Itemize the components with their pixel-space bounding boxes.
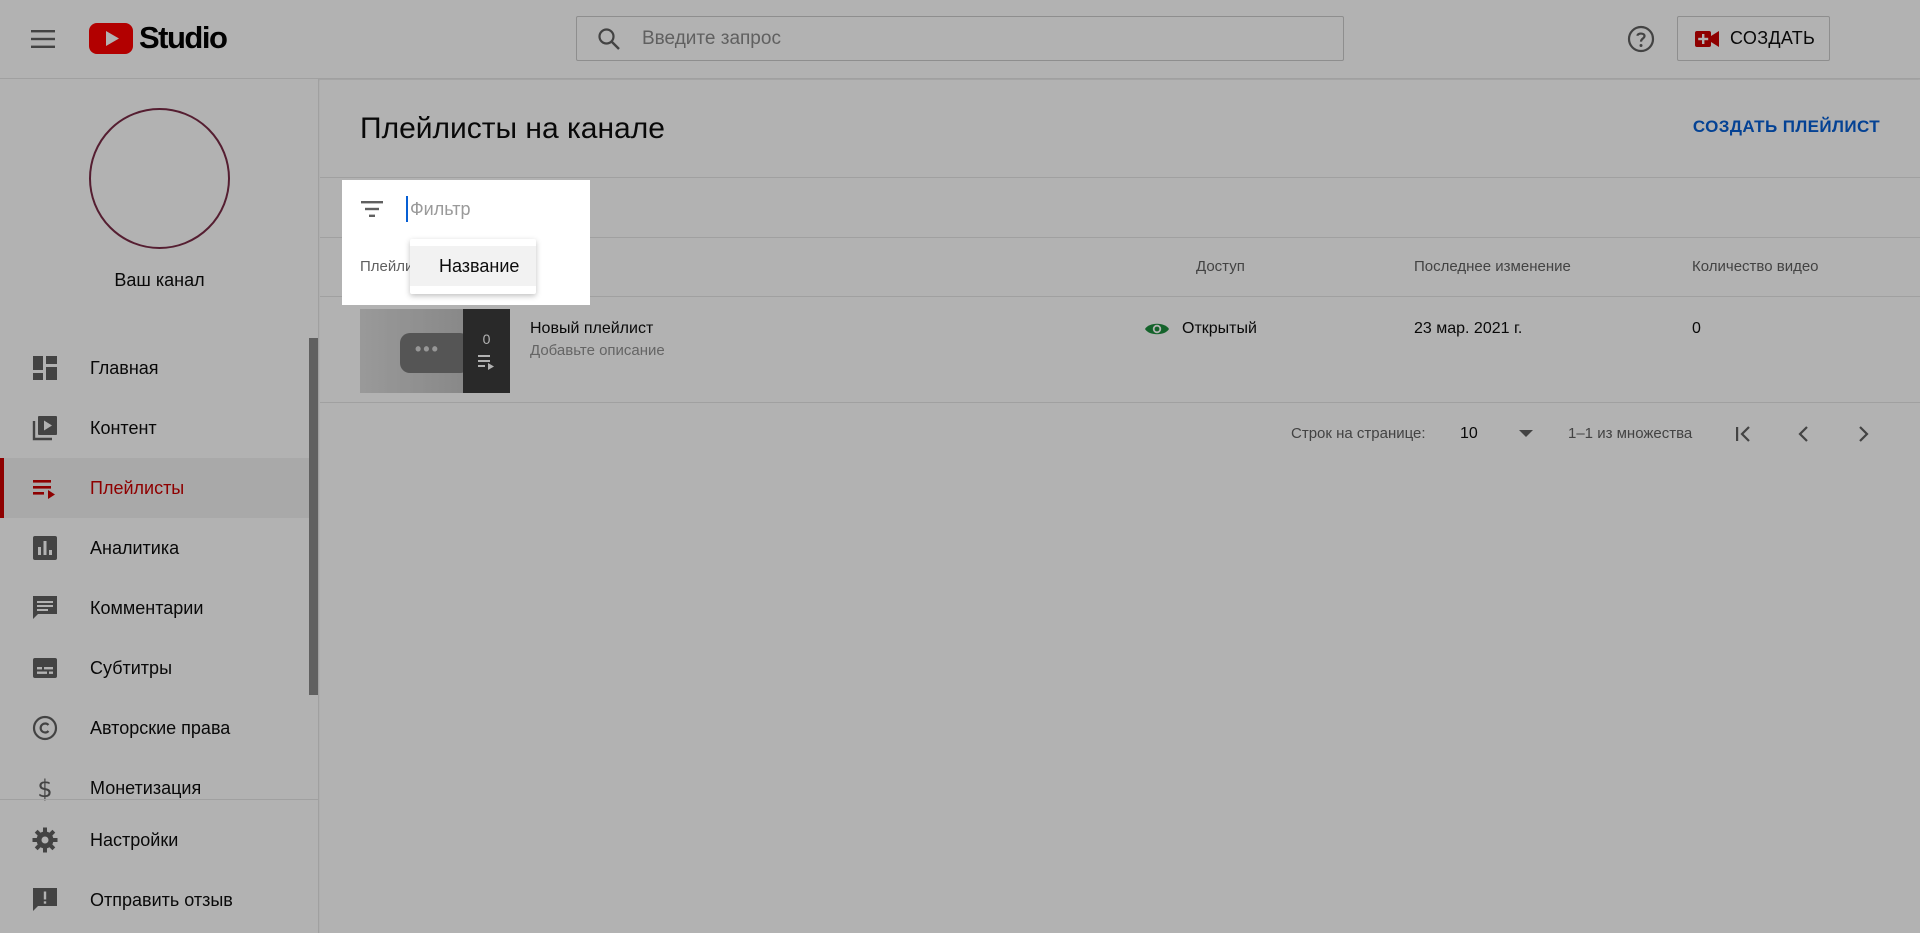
playlist-icon [478, 355, 494, 370]
sidebar-item-dashboard[interactable]: Главная [0, 338, 312, 398]
youtube-logo-icon [89, 22, 133, 54]
search-input[interactable] [642, 27, 1322, 50]
youtube-studio-logo[interactable]: Studio [89, 20, 228, 56]
sidebar-item-label: Аналитика [90, 537, 180, 558]
playlist-description: Добавьте описание [530, 342, 665, 359]
sidebar: Ваш канал Главная Контент Плейлисты Анал… [0, 79, 319, 933]
filter-option-title[interactable]: Название [410, 246, 536, 286]
settings-icon [31, 826, 59, 854]
create-button[interactable]: СОЗДАТЬ [1677, 16, 1830, 61]
logo-text: Studio [139, 20, 228, 55]
chevron-right-icon [1859, 426, 1869, 442]
rows-per-page-select[interactable]: 10 [1450, 418, 1540, 450]
create-video-icon [1695, 30, 1719, 47]
hamburger-icon [31, 30, 55, 48]
dashboard-icon [31, 354, 59, 382]
comments-icon [31, 594, 59, 622]
sidebar-item-label: Комментарии [90, 597, 204, 618]
chevron-left-icon [1798, 426, 1808, 442]
sidebar-item-analytics[interactable]: Аналитика [0, 518, 312, 578]
sidebar-item-label: Авторские права [90, 717, 231, 738]
sidebar-item-label: Главная [90, 357, 159, 378]
more-dots-icon: ••• [415, 339, 440, 359]
playlist-title[interactable]: Новый плейлист [530, 320, 653, 338]
filter-icon [361, 201, 383, 217]
sidebar-item-label: Контент [90, 417, 157, 438]
channel-avatar[interactable] [89, 108, 230, 249]
sidebar-item-label: Настройки [90, 829, 179, 850]
column-header-playlist[interactable]: Плейли [360, 258, 413, 275]
channel-name: Ваш канал [114, 270, 205, 290]
sidebar-item-label: Отправить отзыв [90, 889, 233, 910]
eye-icon [1145, 323, 1169, 335]
sidebar-item-feedback[interactable]: Отправить отзыв [0, 870, 312, 930]
sidebar-item-comments[interactable]: Комментарии [0, 578, 312, 638]
first-page-icon [1736, 426, 1750, 442]
thumbnail-overlay: 0 [463, 309, 510, 393]
column-header-video-count[interactable]: Количество видео [1692, 258, 1819, 275]
analytics-icon [31, 534, 59, 562]
feedback-icon [31, 886, 59, 914]
rows-per-page-label: Строк на странице: [1291, 425, 1426, 442]
sidebar-item-monetization[interactable]: $ Монетизация [0, 758, 312, 818]
sidebar-scrollbar[interactable] [309, 338, 318, 695]
access-status: Открытый [1182, 320, 1257, 337]
create-button-label: СОЗДАТЬ [1730, 28, 1816, 48]
next-page-button[interactable] [1846, 418, 1880, 450]
column-header-access[interactable]: Доступ [1196, 258, 1245, 275]
sidebar-item-settings[interactable]: Настройки [0, 810, 312, 870]
previous-page-button[interactable] [1787, 418, 1821, 450]
help-icon[interactable] [1625, 23, 1657, 55]
divider [320, 177, 1920, 178]
menu-button[interactable] [24, 22, 64, 56]
copyright-icon [31, 714, 59, 742]
last-modified-date: 23 мар. 2021 г. [1414, 320, 1523, 337]
sidebar-item-subtitles[interactable]: Субтитры [0, 638, 312, 698]
first-page-button[interactable] [1727, 418, 1761, 450]
search-icon [598, 27, 620, 50]
thumbnail-video-count: 0 [482, 331, 491, 347]
sidebar-item-label: Субтитры [90, 657, 173, 678]
filter-input[interactable] [406, 196, 576, 222]
dropdown-caret-icon [1519, 430, 1533, 437]
monetization-icon: $ [31, 774, 59, 802]
column-header-last-modified[interactable]: Последнее изменение [1414, 258, 1571, 275]
rows-per-page-value: 10 [1460, 425, 1478, 442]
create-playlist-button[interactable]: СОЗДАТЬ ПЛЕЙЛИСТ [1693, 117, 1880, 137]
svg-text:$: $ [37, 775, 52, 801]
sidebar-item-label: Плейлисты [90, 477, 185, 498]
filter-panel: Плейли Название [342, 180, 590, 305]
search-box[interactable] [576, 16, 1344, 61]
pagination-range: 1–1 из множества [1568, 425, 1693, 442]
divider [320, 402, 1920, 403]
filter-dropdown: Название [410, 239, 536, 294]
sidebar-item-copyright[interactable]: Авторские права [0, 698, 312, 758]
sidebar-item-label: Монетизация [90, 777, 202, 798]
subtitles-icon [31, 654, 59, 682]
sidebar-item-playlists[interactable]: Плейлисты [0, 458, 312, 518]
sidebar-item-content[interactable]: Контент [0, 398, 312, 458]
sidebar-divider [0, 799, 319, 800]
playlists-icon [31, 474, 59, 502]
video-count: 0 [1692, 320, 1701, 337]
playlist-thumbnail[interactable]: ••• 0 [360, 309, 510, 393]
top-bar: Studio СОЗДАТЬ [0, 0, 1920, 79]
page-title: Плейлисты на канале [360, 112, 665, 145]
content-icon [31, 414, 59, 442]
